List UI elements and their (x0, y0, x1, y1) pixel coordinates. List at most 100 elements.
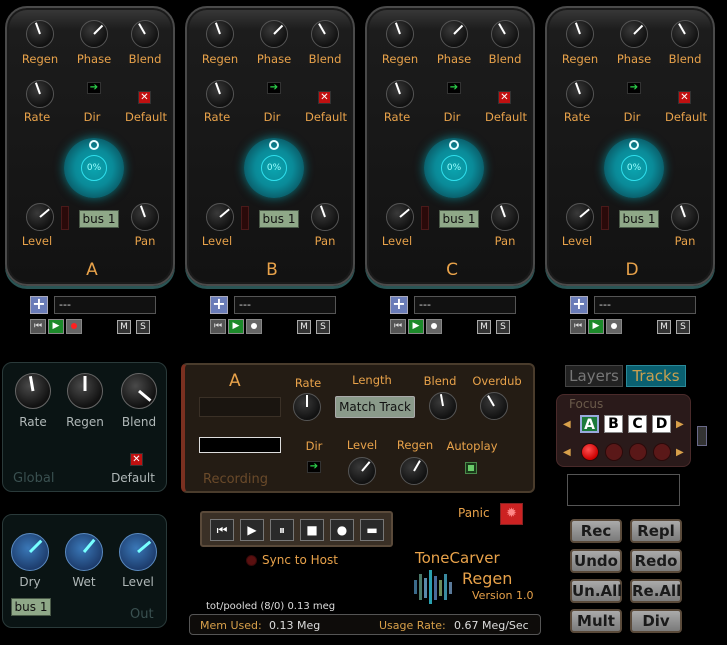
blend-knob[interactable] (311, 20, 339, 48)
solo-button[interactable]: S (496, 320, 510, 334)
focus-right-arrow-icon[interactable]: ▶ (676, 419, 684, 430)
rate-knob[interactable] (386, 80, 414, 108)
phase-knob[interactable] (260, 20, 288, 48)
regen-knob[interactable] (26, 20, 54, 48)
position-orb[interactable]: 0% (604, 138, 664, 198)
looper-name-field[interactable] (199, 397, 281, 417)
orb-handle-icon[interactable] (269, 140, 279, 150)
level-knob[interactable] (206, 203, 234, 231)
focus-dots-right-arrow-icon[interactable]: ▶ (676, 447, 684, 458)
level-knob[interactable] (386, 203, 414, 231)
un-all-button[interactable]: Un.All (570, 579, 622, 603)
regen-knob[interactable] (566, 20, 594, 48)
dir-arrow[interactable]: ➔ (627, 82, 641, 94)
layer-name-field[interactable]: --- (594, 296, 696, 314)
level-knob[interactable] (566, 203, 594, 231)
track-rewind-button[interactable]: ⏮ (30, 319, 46, 334)
orb-handle-icon[interactable] (449, 140, 459, 150)
focus-dot-b[interactable] (605, 443, 623, 461)
layer-name-field[interactable]: --- (54, 296, 156, 314)
bus-select[interactable]: bus 1 (439, 210, 479, 228)
track-record-button[interactable] (246, 319, 262, 334)
add-layer-button[interactable]: + (390, 296, 408, 314)
add-layer-button[interactable]: + (210, 296, 228, 314)
out-bus-select[interactable]: bus 1 (11, 598, 51, 616)
orb-handle-icon[interactable] (89, 140, 99, 150)
tab-tracks[interactable]: Tracks (626, 365, 686, 387)
div-button[interactable]: Div (630, 609, 682, 633)
dry-knob[interactable] (11, 533, 49, 571)
track-rewind-button[interactable]: ⏮ (390, 319, 406, 334)
track-play-button[interactable]: ▶ (228, 319, 244, 334)
side-handle-icon[interactable] (697, 426, 707, 446)
solo-button[interactable]: S (316, 320, 330, 334)
global-blend-knob[interactable] (121, 373, 157, 409)
out-level-knob[interactable] (119, 533, 157, 571)
solo-button[interactable]: S (676, 320, 690, 334)
rewind-button[interactable]: ⏮ (210, 519, 234, 541)
redo-button[interactable]: Redo (630, 549, 682, 573)
phase-knob[interactable] (80, 20, 108, 48)
add-layer-button[interactable]: + (30, 296, 48, 314)
focus-dot-d[interactable] (653, 443, 671, 461)
dir-arrow[interactable]: ➔ (267, 82, 281, 94)
autoplay-toggle[interactable] (465, 462, 477, 474)
looper-blend-knob[interactable] (429, 392, 457, 420)
position-orb[interactable]: 0% (64, 138, 124, 198)
pan-knob[interactable] (671, 203, 699, 231)
orb-handle-icon[interactable] (629, 140, 639, 150)
match-track-button[interactable]: Match Track (335, 396, 415, 418)
bus-select[interactable]: bus 1 (619, 210, 659, 228)
phase-knob[interactable] (440, 20, 468, 48)
track-record-button[interactable] (606, 319, 622, 334)
looper-dir-arrow[interactable]: ➔ (307, 461, 321, 473)
clear-button[interactable]: ▬ (360, 519, 384, 541)
bus-select[interactable]: bus 1 (259, 210, 299, 228)
focus-dot-c[interactable] (629, 443, 647, 461)
rec-button[interactable]: Rec (570, 519, 622, 543)
add-layer-button[interactable]: + (570, 296, 588, 314)
regen-knob[interactable] (386, 20, 414, 48)
solo-button[interactable]: S (136, 320, 150, 334)
re-all-button[interactable]: Re.All (630, 579, 682, 603)
track-play-button[interactable]: ▶ (408, 319, 424, 334)
track-play-button[interactable]: ▶ (588, 319, 604, 334)
rate-knob[interactable] (26, 80, 54, 108)
focus-b[interactable]: B (604, 415, 623, 433)
play-button[interactable]: ▶ (240, 519, 264, 541)
track-rewind-button[interactable]: ⏮ (210, 319, 226, 334)
position-orb[interactable]: 0% (424, 138, 484, 198)
pan-knob[interactable] (491, 203, 519, 231)
dir-arrow[interactable]: ➔ (87, 82, 101, 94)
regen-knob[interactable] (206, 20, 234, 48)
track-record-button[interactable] (426, 319, 442, 334)
focus-d[interactable]: D (652, 415, 671, 433)
mult-button[interactable]: Mult (570, 609, 622, 633)
global-rate-knob[interactable] (15, 373, 51, 409)
global-regen-knob[interactable] (67, 373, 103, 409)
layer-name-field[interactable]: --- (234, 296, 336, 314)
pan-knob[interactable] (131, 203, 159, 231)
track-record-button[interactable] (66, 319, 82, 334)
looper-level-knob[interactable] (348, 457, 376, 485)
pan-knob[interactable] (311, 203, 339, 231)
track-play-button[interactable]: ▶ (48, 319, 64, 334)
blend-knob[interactable] (671, 20, 699, 48)
rate-knob[interactable] (566, 80, 594, 108)
record-button[interactable]: ● (330, 519, 354, 541)
track-rewind-button[interactable]: ⏮ (570, 319, 586, 334)
mute-button[interactable]: M (477, 320, 491, 334)
phase-knob[interactable] (620, 20, 648, 48)
stop-button[interactable]: ■ (300, 519, 324, 541)
default-checkbox[interactable]: ✕ (678, 91, 691, 104)
global-default-checkbox[interactable]: ✕ (130, 453, 143, 466)
repl-button[interactable]: Repl (630, 519, 682, 543)
panic-button[interactable]: ✹ (500, 503, 523, 525)
focus-dots-left-arrow-icon[interactable]: ◀ (563, 447, 571, 458)
looper-rate-knob[interactable] (293, 393, 321, 421)
dir-arrow[interactable]: ➔ (447, 82, 461, 94)
mute-button[interactable]: M (297, 320, 311, 334)
sync-led[interactable] (246, 555, 257, 566)
level-knob[interactable] (26, 203, 54, 231)
bus-select[interactable]: bus 1 (79, 210, 119, 228)
